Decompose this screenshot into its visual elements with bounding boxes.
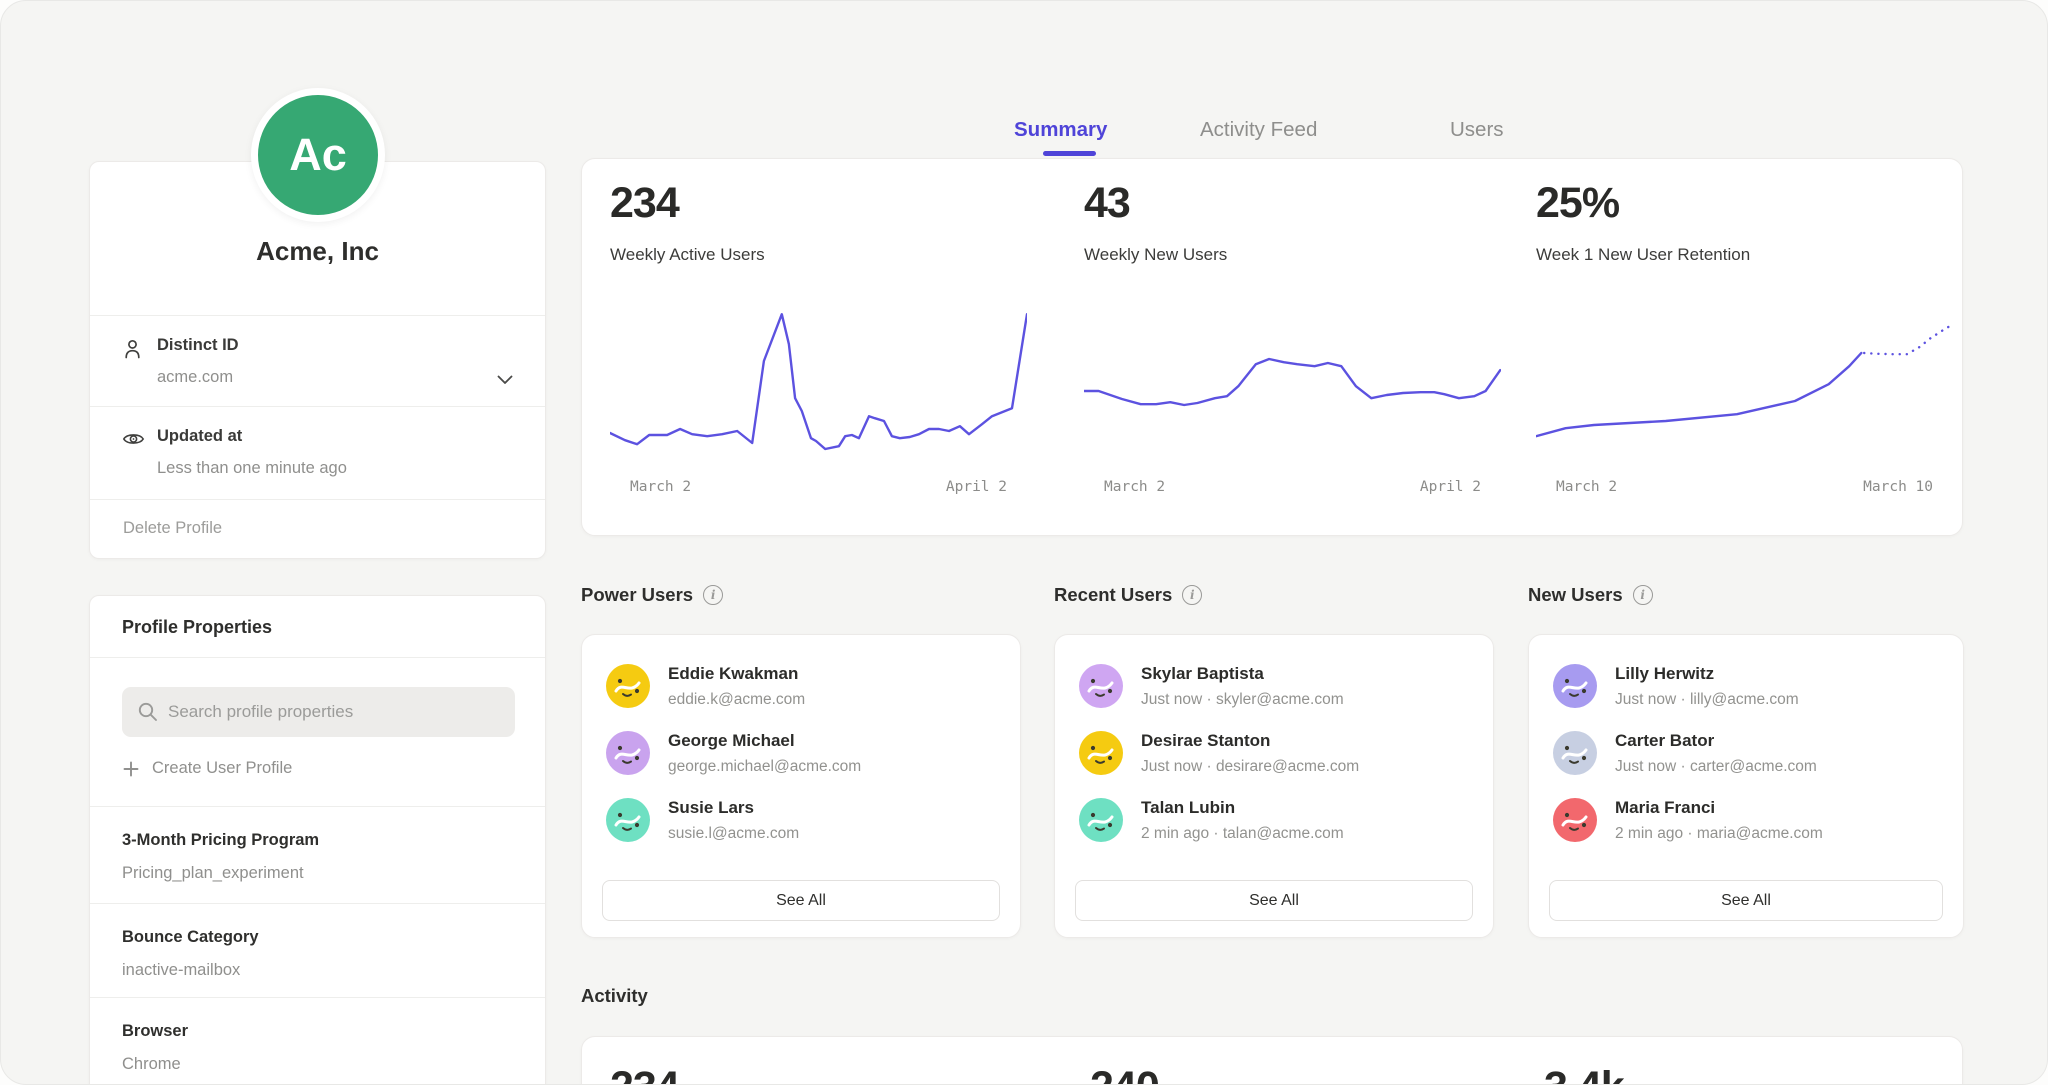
user-list-item[interactable]: Susie Lars susie.l@acme.com	[606, 796, 996, 848]
info-icon[interactable]: i	[1633, 585, 1653, 605]
avatar	[606, 798, 650, 842]
company-name: Acme, Inc	[90, 236, 545, 267]
avatar-face-icon	[1079, 731, 1123, 775]
activity-stat-value: 234	[610, 1063, 679, 1085]
delete-profile-button[interactable]: Delete Profile	[90, 499, 545, 559]
stat-value: 234	[610, 179, 679, 228]
stat-week1-retention: 25% Week 1 New User Retention March 2Mar…	[1536, 159, 1976, 535]
updated-at-row: Updated at Less than one minute ago	[90, 406, 545, 499]
person-icon	[122, 338, 143, 366]
avatar-face-icon	[1079, 664, 1123, 708]
user-list-item[interactable]: George Michael george.michael@acme.com	[606, 729, 996, 781]
search-input[interactable]	[122, 687, 515, 737]
updated-at-label: Updated at	[157, 427, 242, 446]
user-list-item[interactable]: Desirae Stanton Just now · desirare@acme…	[1079, 729, 1469, 781]
distinct-id-label: Distinct ID	[157, 336, 239, 355]
create-user-profile-button[interactable]: Create User Profile	[123, 759, 292, 778]
avatar	[1553, 664, 1597, 708]
stat-weekly-active-users: 234 Weekly Active Users March 2April 2	[610, 159, 1050, 535]
stat-value: 25%	[1536, 179, 1619, 228]
recent-users-heading: Recent Users i	[1054, 584, 1202, 606]
activity-card: 234 240 3.4k	[581, 1036, 1963, 1085]
eye-icon	[122, 429, 145, 454]
profile-properties-card: Profile Properties Create User Profile 3…	[89, 595, 546, 1085]
tab-summary[interactable]: Summary	[1014, 118, 1107, 142]
search-profile-properties	[122, 687, 515, 737]
new-users-heading: New Users i	[1528, 584, 1653, 606]
week1-retention-chart	[1536, 301, 1953, 463]
avatar-face-icon	[606, 798, 650, 842]
app-window: Ac Acme, Inc Distinct ID acme.com	[0, 0, 2048, 1085]
tab-users[interactable]: Users	[1450, 118, 1504, 142]
recent-users-card: Skylar Baptista Just now · skyler@acme.c…	[1054, 634, 1494, 938]
activity-heading: Activity	[581, 985, 648, 1007]
user-list-item[interactable]: Carter Bator Just now · carter@acme.com	[1553, 729, 1939, 781]
distinct-id-value: acme.com	[157, 368, 233, 387]
property-row[interactable]: Browser Chrome	[90, 997, 545, 1085]
chevron-down-icon[interactable]	[497, 372, 513, 390]
divider	[90, 657, 545, 658]
avatar	[1079, 664, 1123, 708]
avatar-face-icon	[1553, 798, 1597, 842]
power-users-heading: Power Users i	[581, 584, 723, 606]
stat-value: 43	[1084, 179, 1130, 228]
avatar	[1553, 731, 1597, 775]
power-users-card: Eddie Kwakman eddie.k@acme.com George Mi…	[581, 634, 1021, 938]
x-axis-ticks: March 2April 2	[1084, 479, 1501, 495]
stat-label: Week 1 New User Retention	[1536, 245, 1750, 265]
avatar-face-icon	[1553, 731, 1597, 775]
activity-stat-value: 240	[1090, 1063, 1159, 1085]
search-icon	[137, 701, 158, 722]
summary-stats-card: 234 Weekly Active Users March 2April 2 4…	[581, 158, 1963, 536]
avatar-face-icon	[606, 731, 650, 775]
x-axis-ticks: March 2April 2	[610, 479, 1027, 495]
avatar	[1079, 731, 1123, 775]
weekly-active-users-chart	[610, 301, 1027, 463]
company-avatar: Ac	[251, 88, 385, 222]
avatar-face-icon	[1079, 798, 1123, 842]
x-axis-ticks: March 2March 10	[1536, 479, 1953, 495]
profile-properties-title: Profile Properties	[122, 617, 272, 638]
avatar-face-icon	[1553, 664, 1597, 708]
see-all-button[interactable]: See All	[1549, 880, 1943, 921]
stat-label: Weekly Active Users	[610, 245, 765, 265]
stat-label: Weekly New Users	[1084, 245, 1227, 265]
avatar	[606, 731, 650, 775]
see-all-button[interactable]: See All	[602, 880, 1000, 921]
updated-at-value: Less than one minute ago	[157, 459, 347, 478]
plus-icon	[123, 761, 139, 777]
avatar-face-icon	[606, 664, 650, 708]
active-tab-underline	[1043, 151, 1096, 156]
avatar	[606, 664, 650, 708]
user-list-item[interactable]: Skylar Baptista Just now · skyler@acme.c…	[1079, 662, 1469, 714]
avatar	[1553, 798, 1597, 842]
property-row[interactable]: Bounce Category inactive-mailbox	[90, 903, 545, 997]
info-icon[interactable]: i	[1182, 585, 1202, 605]
see-all-button[interactable]: See All	[1075, 880, 1473, 921]
user-list-item[interactable]: Talan Lubin 2 min ago · talan@acme.com	[1079, 796, 1469, 848]
user-list-item[interactable]: Lilly Herwitz Just now · lilly@acme.com	[1553, 662, 1939, 714]
distinct-id-row[interactable]: Distinct ID acme.com	[90, 315, 545, 406]
user-list-item[interactable]: Maria Franci 2 min ago · maria@acme.com	[1553, 796, 1939, 848]
tab-activity-feed[interactable]: Activity Feed	[1200, 118, 1317, 142]
weekly-new-users-chart	[1084, 301, 1501, 463]
user-list-item[interactable]: Eddie Kwakman eddie.k@acme.com	[606, 662, 996, 714]
info-icon[interactable]: i	[703, 585, 723, 605]
property-row[interactable]: 3-Month Pricing Program Pricing_plan_exp…	[90, 806, 545, 903]
stat-weekly-new-users: 43 Weekly New Users March 2April 2	[1084, 159, 1524, 535]
activity-stat-value: 3.4k	[1544, 1063, 1624, 1085]
avatar	[1079, 798, 1123, 842]
new-users-card: Lilly Herwitz Just now · lilly@acme.com …	[1528, 634, 1964, 938]
